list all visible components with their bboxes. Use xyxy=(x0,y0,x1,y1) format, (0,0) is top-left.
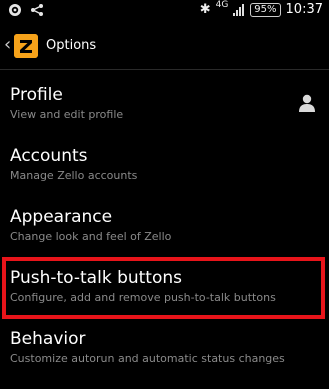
share-icon xyxy=(31,4,43,16)
whatsapp-icon xyxy=(9,4,21,16)
option-behavior[interactable]: Behavior Customize autorun and automatic… xyxy=(0,314,329,375)
status-bar: ✱ 4G 95% 10:37 xyxy=(0,0,329,23)
option-title: Profile xyxy=(10,85,63,105)
network-type-label: 4G xyxy=(215,0,229,10)
option-title: Accounts xyxy=(10,146,88,166)
signal-icon xyxy=(233,3,245,16)
bluetooth-icon: ✱ xyxy=(199,2,211,17)
action-bar: ‹ Options xyxy=(0,23,329,70)
option-profile[interactable]: Profile View and edit profile xyxy=(0,70,329,131)
clock: 10:37 xyxy=(285,2,323,17)
zello-logo-icon[interactable] xyxy=(14,34,38,58)
option-appearance[interactable]: Appearance Change look and feel of Zello xyxy=(0,192,329,253)
option-title: Behavior xyxy=(10,329,86,349)
page-title: Options xyxy=(46,38,97,53)
battery-icon: 95% xyxy=(250,2,281,17)
highlight-box xyxy=(2,257,325,319)
options-list: Profile View and edit profile Accounts M… xyxy=(0,70,329,375)
option-title: Appearance xyxy=(10,207,113,227)
person-icon xyxy=(299,94,315,112)
back-chevron-icon[interactable]: ‹ xyxy=(4,34,11,56)
option-subtitle: View and edit profile xyxy=(10,108,124,121)
option-subtitle: Change look and feel of Zello xyxy=(10,230,172,243)
status-left-icons xyxy=(8,3,44,17)
option-accounts[interactable]: Accounts Manage Zello accounts xyxy=(0,131,329,192)
option-subtitle: Manage Zello accounts xyxy=(10,169,138,182)
status-right-icons: ✱ 4G 95% 10:37 xyxy=(199,0,323,17)
option-subtitle: Customize autorun and automatic status c… xyxy=(10,352,285,365)
